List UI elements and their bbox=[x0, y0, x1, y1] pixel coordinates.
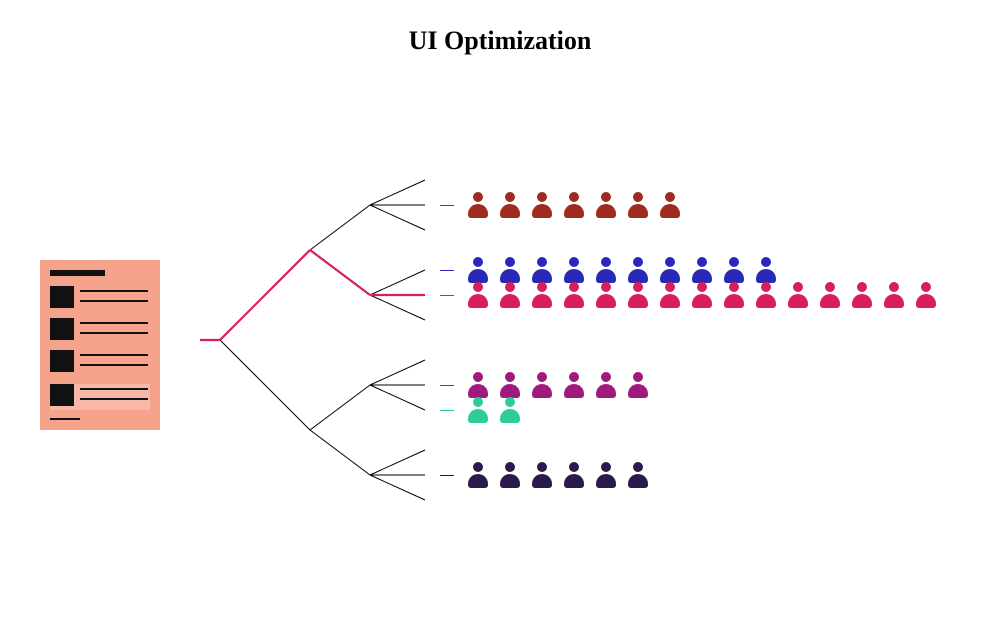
user-icon bbox=[498, 397, 522, 423]
row-dash bbox=[440, 270, 454, 271]
user-icon bbox=[658, 282, 682, 308]
user-icon bbox=[594, 192, 618, 218]
user-icon bbox=[466, 257, 490, 283]
user-icon bbox=[466, 397, 490, 423]
user-icon bbox=[626, 372, 650, 398]
user-icon bbox=[562, 192, 586, 218]
user-icon bbox=[498, 372, 522, 398]
user-icon bbox=[690, 282, 714, 308]
user-icon bbox=[818, 282, 842, 308]
user-row bbox=[440, 372, 650, 398]
user-icon bbox=[562, 462, 586, 488]
user-icon bbox=[466, 192, 490, 218]
user-icon bbox=[466, 372, 490, 398]
user-icon bbox=[626, 192, 650, 218]
user-icon bbox=[626, 257, 650, 283]
user-row bbox=[440, 462, 650, 488]
tree-diagram bbox=[200, 155, 450, 525]
user-icon bbox=[466, 462, 490, 488]
row-dash bbox=[440, 475, 454, 476]
user-icon bbox=[530, 372, 554, 398]
row-dash bbox=[440, 410, 454, 411]
user-icon bbox=[914, 282, 938, 308]
user-icon bbox=[530, 192, 554, 218]
user-icon bbox=[498, 257, 522, 283]
user-icon bbox=[850, 282, 874, 308]
user-icon bbox=[658, 257, 682, 283]
user-icon bbox=[594, 372, 618, 398]
user-icon bbox=[626, 282, 650, 308]
user-icon bbox=[754, 282, 778, 308]
user-icon bbox=[562, 257, 586, 283]
row-dash bbox=[440, 385, 454, 386]
user-icon bbox=[594, 462, 618, 488]
user-row bbox=[440, 257, 778, 283]
user-icon bbox=[466, 282, 490, 308]
user-icon bbox=[562, 372, 586, 398]
user-row bbox=[440, 192, 682, 218]
user-icon bbox=[498, 282, 522, 308]
user-icon bbox=[754, 257, 778, 283]
user-row bbox=[440, 397, 522, 423]
user-icon bbox=[786, 282, 810, 308]
user-icon bbox=[626, 462, 650, 488]
user-icon bbox=[690, 257, 714, 283]
user-icon bbox=[530, 282, 554, 308]
user-icon bbox=[722, 282, 746, 308]
user-icon bbox=[530, 257, 554, 283]
ui-document-icon bbox=[40, 260, 160, 430]
user-icon bbox=[594, 282, 618, 308]
user-icon bbox=[562, 282, 586, 308]
user-icon bbox=[658, 192, 682, 218]
user-icon bbox=[530, 462, 554, 488]
user-icon bbox=[498, 192, 522, 218]
user-icon bbox=[722, 257, 746, 283]
row-dash bbox=[440, 295, 454, 296]
user-icon bbox=[594, 257, 618, 283]
user-icon bbox=[498, 462, 522, 488]
row-dash bbox=[440, 205, 454, 206]
page-title: UI Optimization bbox=[0, 26, 1000, 56]
user-icon bbox=[882, 282, 906, 308]
user-row bbox=[440, 282, 938, 308]
